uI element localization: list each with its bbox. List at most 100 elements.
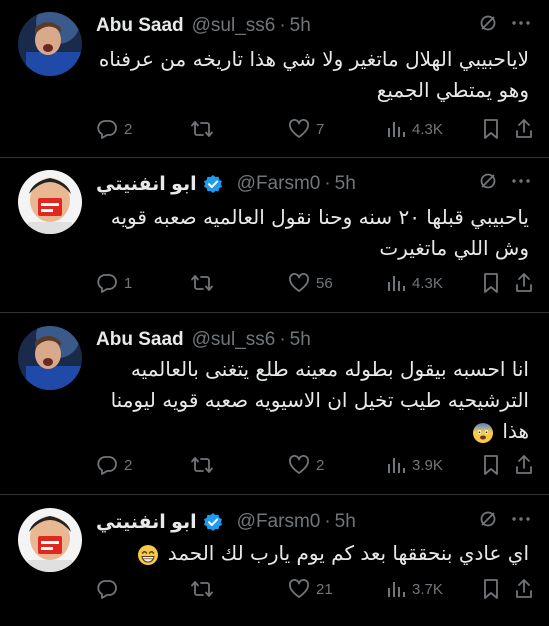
views-icon [386,454,406,476]
reply-icon [96,578,118,600]
reply-button[interactable]: 2 [96,454,132,476]
tweet-divider [0,494,549,495]
views-button[interactable]: 4.3K [386,272,443,294]
tweet-text-line: انا احسبه بيقول بطوله معينه طلع يتغنى با… [130,357,529,381]
views-icon [386,272,406,294]
verified-badge-icon [203,174,223,194]
author-handle[interactable]: @sul_ss6 [192,15,276,37]
author-name[interactable]: ابو انفنيتي [96,173,197,196]
reply-button[interactable] [96,578,124,600]
reply-icon [96,272,118,294]
fearful-face-emoji [472,422,494,444]
like-count: 56 [316,274,333,292]
views-icon [386,578,406,600]
views-count: 4.3K [412,274,443,292]
like-count: 7 [316,120,325,138]
grok-icon[interactable] [479,510,497,534]
grok-icon[interactable] [479,172,497,196]
reply-count: 2 [124,120,133,138]
action-bar: 2 2 3.9K [96,454,534,478]
tweet-text-line: هذا [502,419,529,443]
views-button[interactable]: 4.3K [386,118,443,140]
views-icon [386,118,406,140]
bookmark-button[interactable] [482,272,500,294]
tweet-3[interactable]: Abu Saad @sul_ss6 · 5h انا احسبه بيقول ب… [0,326,549,496]
like-icon [288,578,310,600]
timestamp[interactable]: 5h [290,329,311,351]
timestamp[interactable]: 5h [290,15,311,37]
retweet-button[interactable] [190,578,220,600]
like-button[interactable]: 21 [288,578,333,600]
like-count: 21 [316,580,333,598]
views-count: 4.3K [412,120,443,138]
reply-button[interactable]: 2 [96,118,132,140]
like-button[interactable]: 56 [288,272,333,294]
like-button[interactable]: 2 [288,454,324,476]
bookmark-icon [482,578,500,600]
tweet-text: انا احسبه بيقول بطوله معينه طلع يتغنى با… [96,354,529,447]
share-button[interactable] [514,454,534,476]
timestamp[interactable]: 5h [335,173,356,195]
retweet-button[interactable] [190,118,220,140]
more-icon[interactable] [511,14,531,38]
retweet-icon [190,272,214,294]
dot-separator: · [324,173,331,194]
share-button[interactable] [514,578,534,600]
author-handle[interactable]: @sul_ss6 [192,329,276,351]
timestamp[interactable]: 5h [335,511,356,533]
reply-icon [96,118,118,140]
reply-count: 2 [124,456,133,474]
retweet-button[interactable] [190,454,220,476]
author-name[interactable]: Abu Saad [96,329,184,351]
like-icon [288,118,310,140]
bookmark-button[interactable] [482,118,500,140]
bookmark-icon [482,272,500,294]
tweet-text-line: وهو يمتطي الجميع [376,78,529,102]
author-handle[interactable]: @Farsm0 [237,173,321,195]
bookmark-button[interactable] [482,578,500,600]
avatar[interactable] [18,326,82,390]
avatar[interactable] [18,508,82,572]
dot-separator: · [279,15,286,36]
action-bar: 2 7 4.3K [96,118,534,142]
bookmark-icon [482,118,500,140]
reply-icon [96,454,118,476]
retweet-button[interactable] [190,272,220,294]
dot-separator: · [324,511,331,532]
share-icon [514,272,534,294]
author-name[interactable]: ابو انفنيتي [96,511,197,534]
bookmark-icon [482,454,500,476]
tweet-text-line: لاياحبيبي الهلال ماتغير ولا شي هذا تاريخ… [98,47,529,71]
like-icon [288,272,310,294]
avatar[interactable] [18,12,82,76]
share-button[interactable] [514,118,534,140]
like-count: 2 [316,456,325,474]
views-button[interactable]: 3.7K [386,578,443,600]
author-handle[interactable]: @Farsm0 [237,511,321,533]
views-button[interactable]: 3.9K [386,454,443,476]
tweet-4[interactable]: ابو انفنيتي @Farsm0 · 5h اي عادي بنحققها… [0,508,549,618]
tweet-divider [0,157,549,158]
views-count: 3.7K [412,580,443,598]
like-button[interactable]: 7 [288,118,324,140]
grok-icon[interactable] [479,14,497,38]
verified-badge-icon [203,512,223,532]
reply-button[interactable]: 1 [96,272,132,294]
bookmark-button[interactable] [482,454,500,476]
grinning-face-emoji [137,544,159,566]
author-name[interactable]: Abu Saad [96,15,184,37]
action-bar: 1 56 4.3K [96,272,534,296]
tweet-2[interactable]: ابو انفنيتي @Farsm0 · 5h ياحبيبي قبلها ٢… [0,170,549,310]
tweet-text-line: اي عادي بنحققها بعد كم يوم يارب لك الحمد [167,541,529,565]
avatar[interactable] [18,170,82,234]
action-bar: 21 3.7K [96,578,534,602]
tweet-1[interactable]: Abu Saad @sul_ss6 · 5h لاياحبيبي الهلال … [0,12,549,152]
reply-count: 1 [124,274,133,292]
more-icon[interactable] [511,510,531,534]
retweet-icon [190,578,214,600]
share-button[interactable] [514,272,534,294]
tweet-text: اي عادي بنحققها بعد كم يوم يارب لك الحمد [96,538,529,569]
more-icon[interactable] [511,172,531,196]
tweet-text: ياحبيبي قبلها ٢٠ سنه وحنا نقول العالميه … [96,202,529,264]
retweet-icon [190,118,214,140]
